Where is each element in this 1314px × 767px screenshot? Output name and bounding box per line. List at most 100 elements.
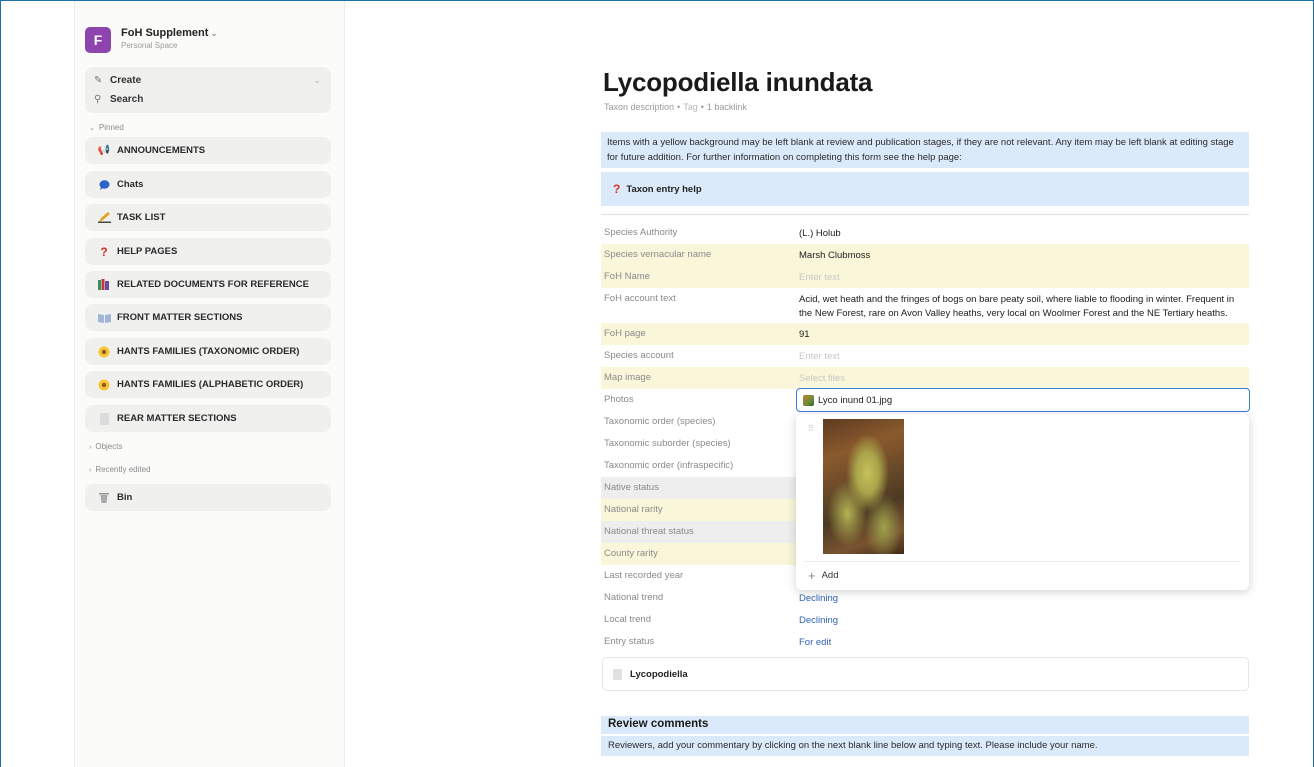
property-row: FoH Name Enter text bbox=[601, 266, 1249, 288]
property-label: Taxonomic suborder (species) bbox=[604, 438, 731, 449]
sidebar-item-label: TASK LIST bbox=[117, 212, 166, 223]
pencil-icon bbox=[97, 212, 111, 224]
plus-icon: + bbox=[808, 568, 816, 583]
sidebar-item-label: Chats bbox=[117, 179, 144, 190]
review-heading[interactable]: Review comments bbox=[601, 716, 1249, 734]
linked-object-name: Lycopodiella bbox=[630, 668, 688, 680]
linked-object-card[interactable]: Lycopodiella bbox=[602, 657, 1249, 691]
help-link-callout[interactable]: ? Taxon entry help bbox=[601, 172, 1249, 206]
sidebar-item-task-list[interactable]: TASK LIST bbox=[85, 204, 331, 231]
property-label: Entry status bbox=[604, 636, 655, 647]
sidebar-item-related-documents[interactable]: RELATED DOCUMENTS FOR REFERENCE bbox=[85, 271, 331, 298]
create-search-panel: ✎ Create ⚲ Search ⌄ bbox=[85, 67, 331, 113]
property-value[interactable]: (L.) Holub bbox=[799, 222, 1249, 241]
property-label: Last recorded year bbox=[604, 570, 684, 581]
property-row: FoH page 91 bbox=[601, 323, 1249, 345]
sunflower-icon bbox=[97, 379, 111, 391]
property-label: Map image bbox=[604, 372, 651, 383]
document-icon bbox=[613, 668, 622, 680]
search-button[interactable]: ⚲ Search bbox=[94, 94, 143, 105]
chevron-down-icon[interactable]: ⌄ bbox=[313, 75, 321, 86]
property-label: Species account bbox=[604, 350, 674, 361]
pinned-section-toggle[interactable]: ⌄ Pinned bbox=[89, 123, 124, 132]
property-row: Map image Select files bbox=[601, 367, 1249, 389]
photos-field[interactable]: Lyco inund 01.jpg bbox=[796, 388, 1250, 412]
photo-thumbnail[interactable] bbox=[823, 419, 904, 554]
chevron-down-icon: ⌄ bbox=[210, 28, 218, 38]
property-row: Entry status For edit bbox=[601, 631, 1249, 653]
property-label: Photos bbox=[604, 394, 634, 405]
left-gutter bbox=[1, 1, 75, 767]
sidebar-item-label: HANTS FAMILIES (TAXONOMIC ORDER) bbox=[117, 346, 300, 357]
property-label: National rarity bbox=[604, 504, 663, 515]
backlinks-count[interactable]: 1 backlink bbox=[707, 102, 747, 112]
book-open-icon bbox=[97, 312, 111, 324]
property-value[interactable]: For edit bbox=[799, 631, 1249, 650]
sidebar-item-front-matter[interactable]: FRONT MATTER SECTIONS bbox=[85, 304, 331, 331]
create-label: Create bbox=[110, 75, 142, 86]
pinned-label: Pinned bbox=[98, 123, 124, 132]
property-value[interactable]: Select files bbox=[799, 367, 1249, 386]
sidebar-item-hants-families-alphabetic[interactable]: HANTS FAMILIES (ALPHABETIC ORDER) bbox=[85, 371, 331, 398]
property-row: Local trend Declining bbox=[601, 609, 1249, 631]
property-row: Species vernacular name Marsh Clubmoss bbox=[601, 244, 1249, 266]
app-window: F FoH Supplement ⌄ Personal Space ✎ Creat… bbox=[0, 0, 1314, 767]
photo-file-name[interactable]: Lyco inund 01.jpg bbox=[818, 395, 892, 406]
space-switcher[interactable]: F FoH Supplement ⌄ Personal Space bbox=[85, 27, 218, 53]
sidebar-item-label: ANNOUNCEMENTS bbox=[117, 145, 206, 156]
property-value[interactable]: Marsh Clubmoss bbox=[799, 244, 1249, 263]
sidebar-item-announcements[interactable]: 📢 ANNOUNCEMENTS bbox=[85, 137, 331, 164]
review-instructions[interactable]: Reviewers, add your commentary by clicki… bbox=[601, 736, 1249, 756]
chevron-right-icon: › bbox=[89, 444, 92, 451]
trash-icon bbox=[97, 492, 111, 504]
property-value[interactable]: Acid, wet heath and the fringes of bogs … bbox=[799, 288, 1249, 321]
property-row: National trend Declining bbox=[601, 587, 1249, 609]
sidebar-item-label: REAR MATTER SECTIONS bbox=[117, 413, 237, 424]
divider bbox=[601, 214, 1249, 215]
document-icon bbox=[97, 412, 111, 425]
sidebar-item-rear-matter[interactable]: REAR MATTER SECTIONS bbox=[85, 405, 331, 432]
sidebar-item-hants-families-taxonomic[interactable]: HANTS FAMILIES (TAXONOMIC ORDER) bbox=[85, 338, 331, 365]
create-button[interactable]: ✎ Create bbox=[94, 75, 141, 86]
tag-button[interactable]: Tag bbox=[683, 102, 698, 112]
add-photo-button[interactable]: + Add bbox=[808, 568, 839, 583]
sidebar-item-chats[interactable]: Chats bbox=[85, 171, 331, 198]
search-label: Search bbox=[110, 94, 144, 105]
chevron-down-icon: ⌄ bbox=[89, 125, 95, 132]
property-label: National trend bbox=[604, 592, 664, 603]
property-label: Native status bbox=[604, 482, 659, 493]
property-value[interactable]: Enter text bbox=[799, 345, 1249, 364]
object-type[interactable]: Taxon description bbox=[604, 102, 674, 112]
chat-bubble-icon bbox=[97, 179, 111, 191]
property-value[interactable]: Enter text bbox=[799, 266, 1249, 285]
property-label: Species vernacular name bbox=[604, 249, 712, 260]
sidebar: F FoH Supplement ⌄ Personal Space ✎ Creat… bbox=[75, 1, 345, 767]
sidebar-item-label: Bin bbox=[117, 492, 133, 503]
property-label: FoH page bbox=[604, 328, 646, 339]
property-label: Taxonomic order (species) bbox=[604, 416, 716, 427]
sidebar-item-help-pages[interactable]: ? HELP PAGES bbox=[85, 238, 331, 265]
question-mark-icon: ? bbox=[100, 244, 108, 259]
page-meta: Taxon description • Tag • 1 backlink bbox=[604, 102, 747, 112]
space-avatar: F bbox=[85, 27, 111, 53]
page-title[interactable]: Lycopodiella inundata bbox=[603, 67, 873, 98]
property-label: Local trend bbox=[604, 614, 652, 625]
drag-handle-icon[interactable]: ⠿ bbox=[808, 424, 814, 433]
property-value[interactable]: 91 bbox=[799, 323, 1249, 342]
property-value[interactable]: Declining bbox=[799, 609, 1249, 628]
property-row: FoH account text Acid, wet heath and the … bbox=[601, 288, 1249, 323]
search-icon: ⚲ bbox=[94, 94, 102, 105]
objects-section-toggle[interactable]: › Objects bbox=[89, 442, 122, 451]
photo-popup: ⠿ + Add bbox=[796, 414, 1249, 590]
property-label: Taxonomic order (infraspecific) bbox=[604, 460, 734, 471]
info-callout[interactable]: Items with a yellow background may be le… bbox=[601, 132, 1249, 168]
help-link[interactable]: Taxon entry help bbox=[626, 184, 701, 195]
sidebar-item-label: RELATED DOCUMENTS FOR REFERENCE bbox=[117, 279, 309, 290]
sunflower-icon bbox=[97, 346, 111, 358]
sidebar-item-bin[interactable]: Bin bbox=[85, 484, 331, 511]
recently-edited-toggle[interactable]: › Recently edited bbox=[89, 465, 151, 474]
popup-divider bbox=[804, 561, 1241, 562]
edit-icon: ✎ bbox=[94, 75, 103, 86]
add-label: Add bbox=[821, 570, 839, 581]
recently-edited-label: Recently edited bbox=[95, 465, 151, 474]
